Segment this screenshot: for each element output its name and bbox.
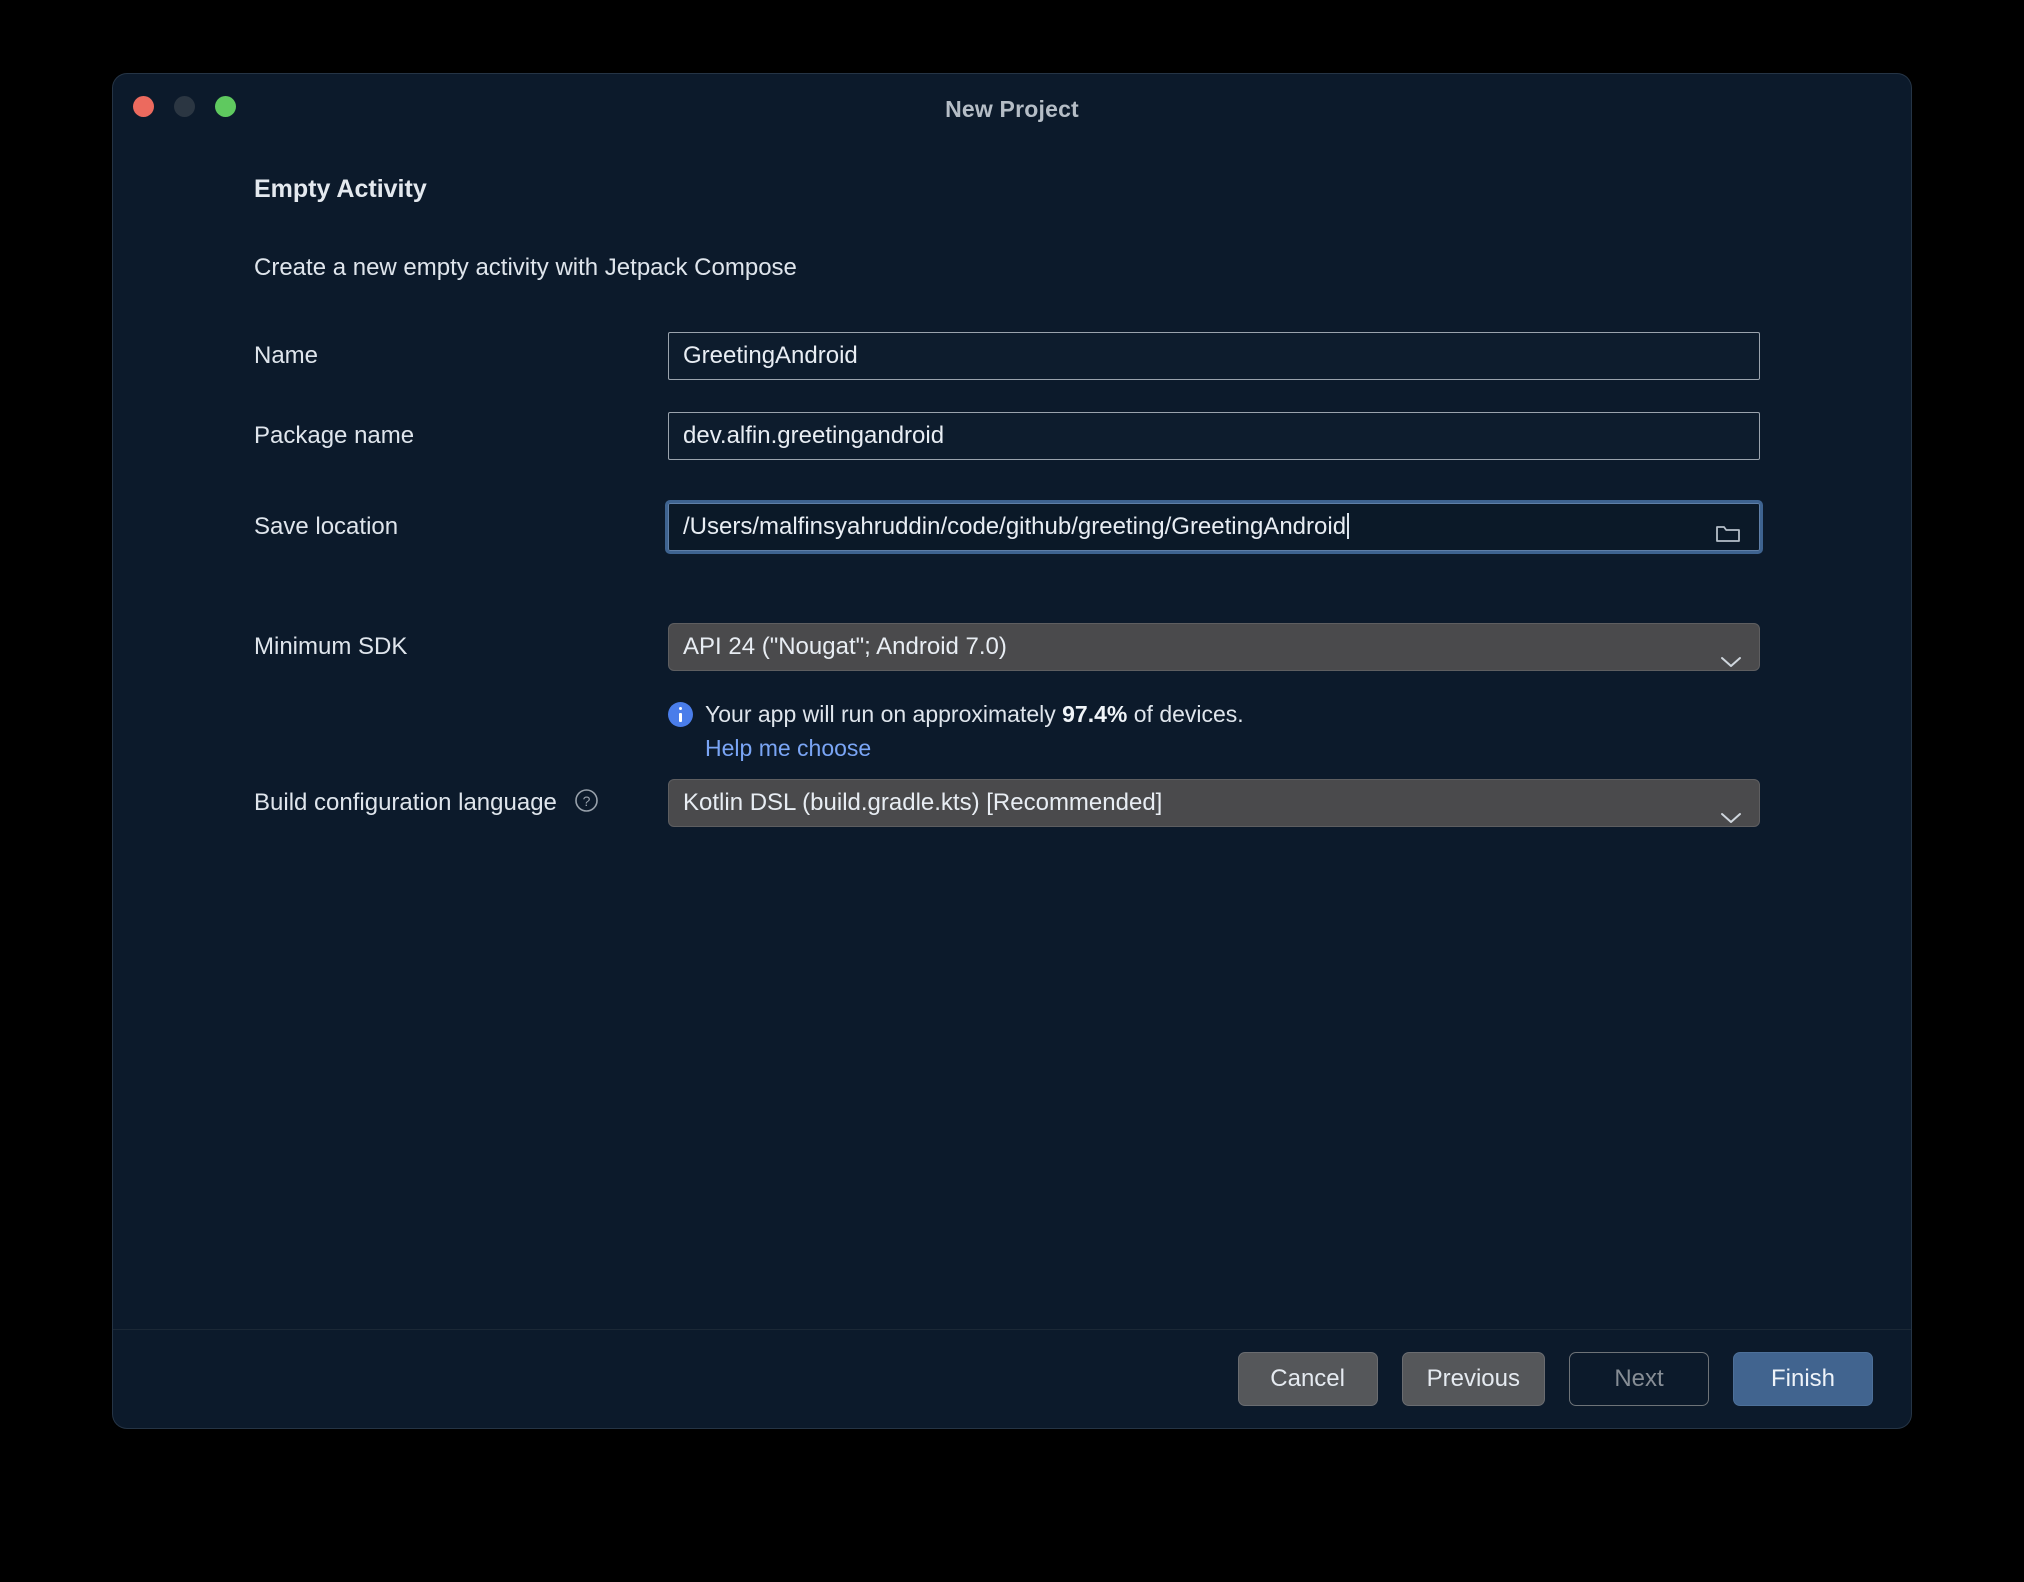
- field-row-minimum-sdk: Minimum SDK API 24 ("Nougat"; Android 7.…: [113, 623, 1911, 671]
- sdk-coverage-prefix: Your app will run on approximately: [705, 701, 1056, 727]
- package-name-label: Package name: [254, 422, 415, 449]
- window-title: New Project: [945, 96, 1079, 122]
- cancel-button[interactable]: Cancel: [1237, 1352, 1378, 1406]
- chevron-down-icon: [1719, 640, 1743, 670]
- dialog-footer: Cancel Previous Next Finish: [1237, 1352, 1873, 1406]
- sdk-coverage-suffix: of devices.: [1133, 701, 1244, 727]
- folder-icon[interactable]: [1715, 516, 1741, 550]
- sdk-coverage-text: Your app will run on approximately 97.4%…: [668, 698, 1244, 730]
- sdk-coverage-percent: 97.4%: [1062, 701, 1128, 727]
- footer-divider: [113, 1329, 1911, 1330]
- build-config-label-text: Build configuration language: [254, 789, 557, 816]
- finish-button[interactable]: Finish: [1733, 1352, 1873, 1406]
- text-caret: [1347, 513, 1350, 539]
- save-location-value: /Users/malfinsyahruddin/code/github/gree…: [683, 513, 1347, 540]
- svg-text:?: ?: [582, 793, 590, 809]
- dialog-content: Empty Activity Create a new empty activi…: [113, 142, 1911, 1428]
- minimum-sdk-value: API 24 ("Nougat"; Android 7.0): [683, 633, 1007, 660]
- save-location-input[interactable]: /Users/malfinsyahruddin/code/github/gree…: [665, 500, 1763, 554]
- window-titlebar: New Project: [113, 74, 1911, 142]
- sdk-coverage-sentence: Your app will run on approximately 97.4%…: [705, 698, 1244, 730]
- build-configuration-language-select[interactable]: Kotlin DSL (build.gradle.kts) [Recommend…: [668, 779, 1760, 827]
- save-location-label: Save location: [254, 513, 399, 540]
- field-row-save-location: Save location /Users/malfinsyahruddin/co…: [113, 500, 1911, 554]
- page-title: Empty Activity: [254, 175, 427, 203]
- chevron-down-icon: [1719, 796, 1743, 826]
- minimum-sdk-label: Minimum SDK: [254, 633, 408, 660]
- name-input[interactable]: GreetingAndroid: [668, 332, 1760, 380]
- info-icon: [668, 702, 693, 727]
- package-name-input[interactable]: dev.alfin.greetingandroid: [668, 412, 1760, 460]
- page-subtitle: Create a new empty activity with Jetpack…: [254, 254, 797, 281]
- new-project-dialog: New Project Empty Activity Create a new …: [113, 74, 1911, 1428]
- build-configuration-language-label: Build configuration language ?: [254, 779, 599, 830]
- build-configuration-language-value: Kotlin DSL (build.gradle.kts) [Recommend…: [683, 789, 1163, 816]
- name-label: Name: [254, 342, 319, 369]
- next-button[interactable]: Next: [1569, 1352, 1709, 1406]
- previous-button[interactable]: Previous: [1401, 1352, 1545, 1406]
- question-mark-icon[interactable]: ?: [574, 782, 599, 830]
- field-row-name: Name GreetingAndroid: [113, 332, 1911, 380]
- field-row-build-configuration-language: Build configuration language ? Kotlin DS…: [113, 779, 1911, 827]
- help-me-choose-link[interactable]: Help me choose: [705, 735, 871, 762]
- minimum-sdk-select[interactable]: API 24 ("Nougat"; Android 7.0): [668, 623, 1760, 671]
- field-row-package-name: Package name dev.alfin.greetingandroid: [113, 412, 1911, 460]
- sdk-coverage-info: Your app will run on approximately 97.4%…: [668, 698, 1244, 762]
